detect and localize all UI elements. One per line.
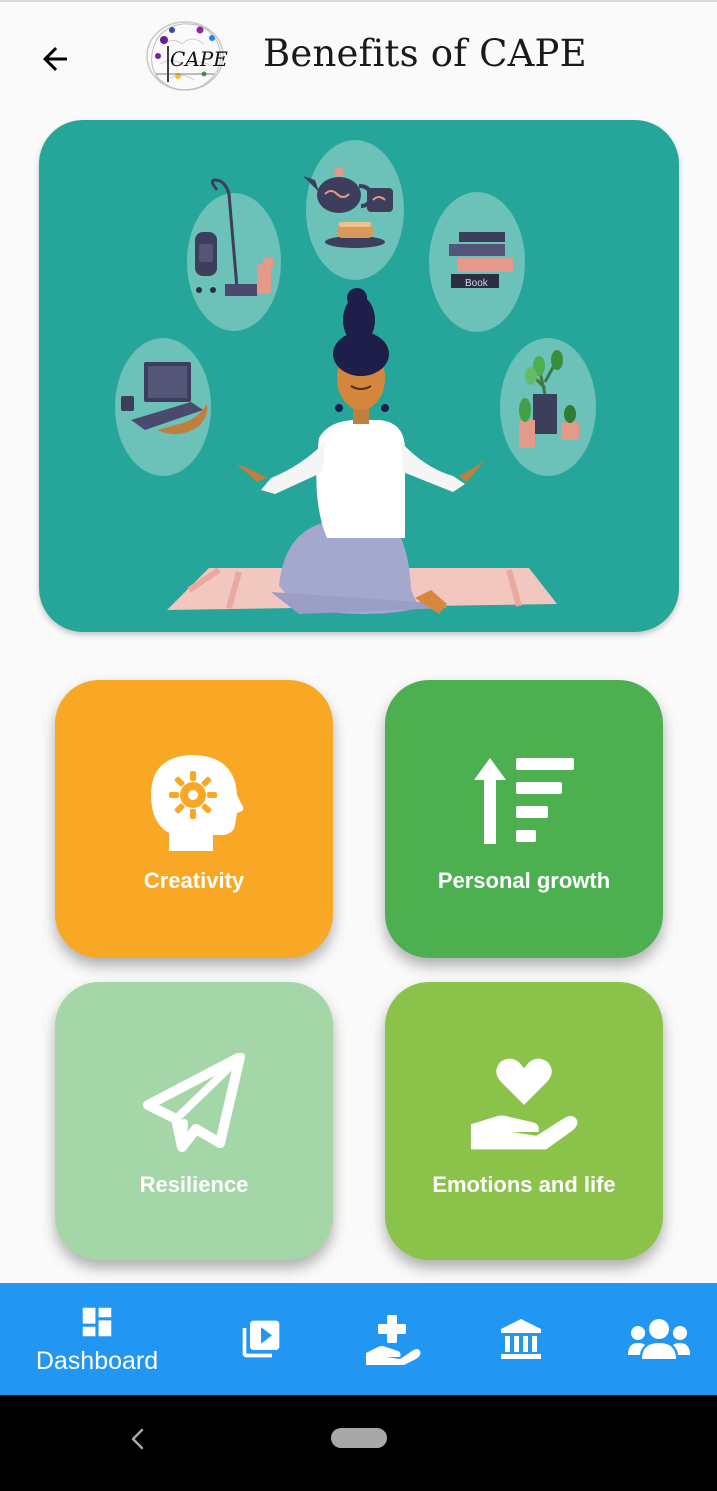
bottom-navigation: Dashboard	[0, 1283, 717, 1395]
nav-videos[interactable]	[228, 1283, 294, 1395]
sort-arrow-up-icon	[469, 746, 579, 856]
system-back-icon[interactable]	[128, 1427, 148, 1451]
creativity-card[interactable]: Creativity	[55, 680, 333, 958]
hand-medical-icon	[366, 1315, 421, 1365]
hand-heart-icon	[469, 1048, 579, 1158]
back-button[interactable]	[30, 34, 80, 84]
system-home-button[interactable]	[331, 1428, 387, 1448]
resilience-card[interactable]: Resilience	[55, 982, 333, 1260]
users-icon	[628, 1319, 690, 1359]
nav-community[interactable]	[624, 1283, 694, 1395]
app-bar: CAPE Benefits of CAPE	[0, 2, 717, 106]
laptop-bubble	[115, 338, 211, 476]
meditating-woman	[237, 288, 485, 614]
paper-plane-icon	[139, 1048, 249, 1158]
page-title: Benefits of CAPE	[263, 32, 587, 75]
nav-care[interactable]	[360, 1283, 426, 1395]
nav-dashboard[interactable]: Dashboard	[20, 1283, 174, 1395]
cape-logo: CAPE	[142, 16, 228, 98]
card-label: Resilience	[139, 1172, 249, 1197]
institution-icon	[501, 1319, 541, 1359]
teapot-bubble	[303, 140, 404, 280]
arrow-left-icon	[43, 47, 67, 71]
hero-illustration: Book	[39, 120, 679, 632]
nav-dashboard-label: Dashboard	[35, 1346, 159, 1375]
emotions-and-life-card[interactable]: Emotions and life	[385, 982, 663, 1260]
personal-growth-card[interactable]: Personal growth	[385, 680, 663, 958]
book-label: Book	[465, 278, 489, 289]
books-bubble: Book	[429, 192, 525, 332]
vacuum-bubble	[187, 178, 281, 331]
system-navigation-bar	[0, 1395, 717, 1491]
video-library-icon	[242, 1320, 280, 1358]
nav-institution[interactable]	[488, 1283, 554, 1395]
logo-text: CAPE	[170, 47, 228, 71]
head-gear-icon	[139, 746, 249, 856]
card-label: Personal growth	[437, 868, 611, 893]
card-label: Emotions and life	[432, 1172, 616, 1197]
card-label: Creativity	[143, 868, 245, 893]
dashboard-icon	[82, 1307, 112, 1336]
plants-bubble	[500, 338, 596, 476]
